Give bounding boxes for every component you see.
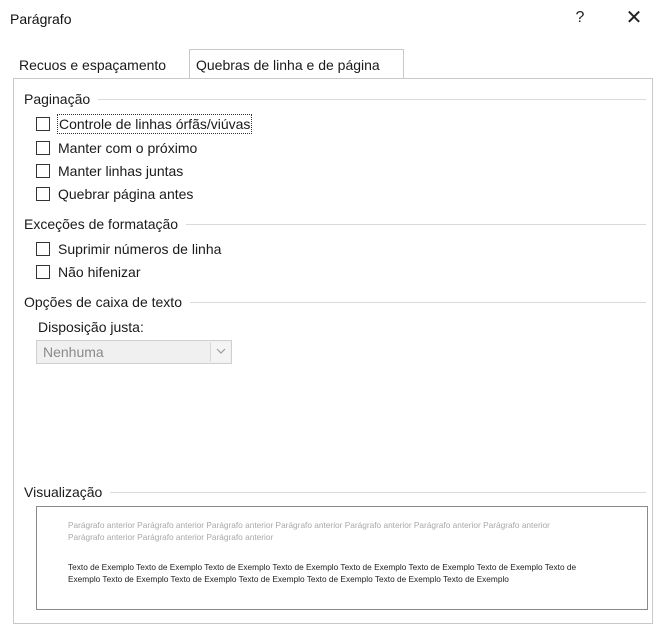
window-title: Parágrafo [10, 11, 72, 27]
preview-prior-paragraph: Parágrafo anterior Parágrafo anterior Pa… [68, 520, 550, 542]
tab-indents-spacing[interactable]: Recuos e espaçamento [13, 53, 189, 78]
checkbox-label: Controle de linhas órfãs/viúvas [56, 114, 253, 134]
formatting-exceptions-group: Exceções de formatação [24, 215, 646, 233]
checkbox-label: Manter com o próximo [58, 140, 198, 156]
checkbox-label: Manter linhas juntas [58, 163, 184, 179]
close-button[interactable]: ✕ [622, 6, 646, 30]
checkbox-label: Não hifenizar [58, 264, 141, 280]
dropdown-button[interactable] [210, 342, 230, 362]
preview-group: Visualização [24, 483, 646, 501]
keep-lines-together-checkbox[interactable]: Manter linhas juntas [36, 162, 183, 180]
preview-header: Visualização [24, 484, 103, 500]
textbox-options-header: Opções de caixa de texto [24, 294, 182, 310]
checkbox-box[interactable] [36, 141, 50, 155]
preview-sample-text: Texto de Exemplo Texto de Exemplo Texto … [68, 562, 577, 584]
title-bar: Parágrafo ? ✕ [0, 0, 665, 36]
tight-wrap-label: Disposição justa: [38, 319, 144, 335]
tight-wrap-select[interactable]: Nenhuma [36, 340, 232, 364]
checkbox-box[interactable] [36, 242, 50, 256]
formatting-exceptions-header: Exceções de formatação [24, 216, 179, 232]
checkbox-box[interactable] [36, 117, 50, 131]
dont-hyphenate-checkbox[interactable]: Não hifenizar [36, 263, 141, 281]
keep-with-next-checkbox[interactable]: Manter com o próximo [36, 139, 197, 157]
chevron-down-icon [216, 348, 226, 354]
preview-box: Parágrafo anterior Parágrafo anterior Pa… [36, 506, 648, 610]
tight-wrap-value: Nenhuma [43, 344, 104, 360]
page-break-before-checkbox[interactable]: Quebrar página antes [36, 185, 193, 203]
textbox-options-group: Opções de caixa de texto [24, 293, 646, 311]
group-divider [98, 98, 646, 100]
checkbox-box[interactable] [36, 187, 50, 201]
suppress-line-numbers-checkbox[interactable]: Suprimir números de linha [36, 240, 221, 258]
group-divider [186, 223, 646, 225]
checkbox-label: Suprimir números de linha [58, 241, 222, 257]
checkbox-box[interactable] [36, 265, 50, 279]
help-button[interactable]: ? [568, 6, 592, 30]
pagination-group: Paginação [24, 90, 646, 108]
checkbox-box[interactable] [36, 164, 50, 178]
tab-bar: Recuos e espaçamento Quebras de linha e … [13, 49, 653, 79]
group-divider [190, 301, 646, 303]
tab-line-page-breaks[interactable]: Quebras de linha e de página [189, 49, 404, 79]
pagination-header: Paginação [24, 91, 91, 107]
group-divider [110, 491, 646, 493]
widow-orphan-control-checkbox[interactable]: Controle de linhas órfãs/viúvas [36, 114, 253, 134]
checkbox-label: Quebrar página antes [58, 186, 194, 202]
